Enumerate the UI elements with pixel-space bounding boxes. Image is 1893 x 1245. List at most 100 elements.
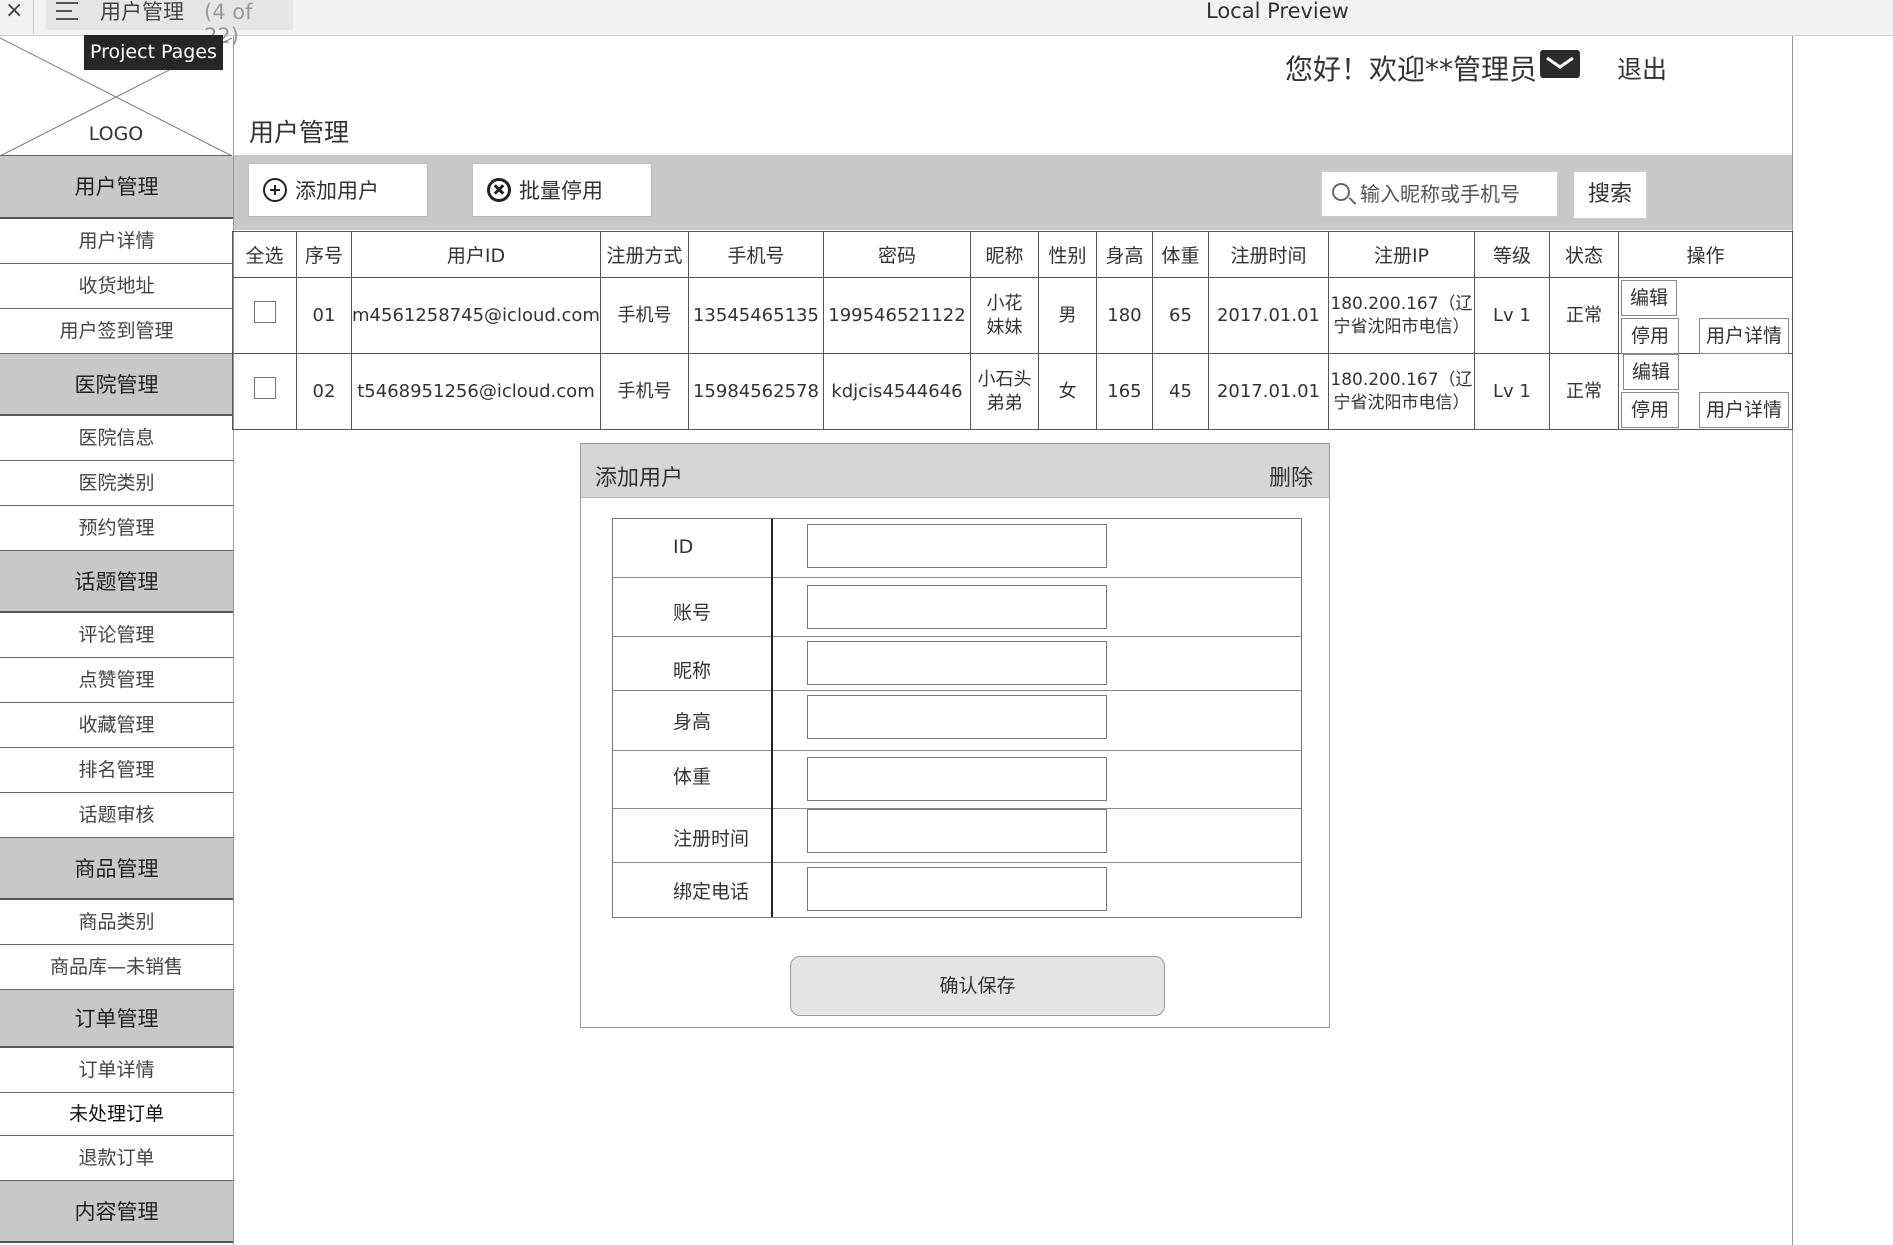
sidebar-group-orders[interactable]: 订单管理 [0, 990, 233, 1048]
edit-button[interactable]: 编辑 [1622, 354, 1679, 390]
row-nickname: 小石头弟弟 [969, 353, 1039, 430]
sidebar-item-goods-category[interactable]: 商品类别 [0, 900, 233, 945]
add-circle-icon [263, 178, 287, 202]
user-detail-button[interactable]: 用户详情 [1698, 318, 1789, 354]
search-icon [1332, 183, 1350, 201]
dialog-delete-button[interactable]: 删除 [1269, 460, 1313, 492]
mail-icon[interactable] [1540, 50, 1580, 78]
id-field[interactable] [807, 524, 1107, 568]
sidebar-item-comments[interactable]: 评论管理 [0, 613, 233, 658]
add-user-button[interactable]: 添加用户 [248, 163, 428, 217]
dialog-title: 添加用户 [595, 466, 684, 491]
sidebar: 用户管理 用户详情 收货地址 用户签到管理 医院管理 医院信息 医院类别 预约管… [0, 156, 233, 1243]
batch-disable-label: 批量停用 [519, 179, 603, 203]
sidebar-item-pending-orders[interactable]: 未处理订单 [0, 1093, 233, 1136]
account-field[interactable] [807, 585, 1107, 629]
add-user-label: 添加用户 [295, 179, 379, 203]
form-row-nickname: 昵称 [613, 637, 1301, 691]
close-circle-icon [487, 178, 511, 202]
user-detail-button[interactable]: 用户详情 [1698, 392, 1789, 428]
field-label: 身高 [673, 711, 712, 733]
sidebar-item-checkin[interactable]: 用户签到管理 [0, 309, 233, 354]
column-header: 注册方式 [599, 231, 689, 278]
column-header: 序号 [296, 231, 352, 278]
row-phone: 13545465135 [687, 277, 824, 354]
sidebar-item-goods-unsold[interactable]: 商品库—未销售 [0, 945, 233, 990]
row-user-id: t5468951256@icloud.com [351, 353, 601, 430]
row-checkbox[interactable] [253, 377, 276, 399]
field-label: 绑定电话 [673, 881, 750, 903]
batch-disable-button[interactable]: 批量停用 [472, 163, 652, 217]
column-header: 身高 [1095, 231, 1153, 278]
row-select-cell [232, 277, 297, 354]
weight-field[interactable] [807, 757, 1107, 801]
sidebar-item-hospital-category[interactable]: 医院类别 [0, 461, 233, 506]
row-weight: 45 [1151, 353, 1209, 430]
sidebar-group-user[interactable]: 用户管理 [0, 156, 233, 219]
row-reg-ip: 180.200.167（辽宁省沈阳市电信） [1327, 353, 1475, 430]
row-level: Lv 1 [1473, 277, 1550, 354]
close-icon[interactable]: × [5, 0, 23, 22]
sidebar-item-address[interactable]: 收货地址 [0, 264, 233, 309]
field-label: ID [673, 536, 694, 558]
add-user-dialog: 添加用户 删除 ID 账号 昵称 身高 体重 注册时间 绑定电话 确认保存 [580, 443, 1330, 1028]
table-header-row: 全选 序号 用户ID 注册方式 手机号 密码 昵称 性别 身高 体重 注册时间 … [232, 231, 1793, 278]
column-header: 密码 [822, 231, 971, 278]
reg-time-field[interactable] [807, 809, 1107, 853]
sidebar-item-user-detail[interactable]: 用户详情 [0, 219, 233, 264]
search-input[interactable] [1360, 178, 1550, 210]
row-index: 01 [296, 277, 352, 354]
form-row-reg-time: 注册时间 [613, 809, 1301, 863]
sidebar-item-favorites[interactable]: 收藏管理 [0, 703, 233, 748]
select-all-header[interactable]: 全选 [232, 231, 297, 278]
sidebar-item-ranking[interactable]: 排名管理 [0, 748, 233, 793]
page-title: 用户管理 [249, 118, 350, 147]
user-table: 全选 序号 用户ID 注册方式 手机号 密码 昵称 性别 身高 体重 注册时间 … [232, 231, 1793, 430]
row-user-id: m4561258745@icloud.com [351, 277, 601, 354]
row-operations: 编辑 停用 用户详情 [1617, 277, 1793, 354]
sidebar-group-topic[interactable]: 话题管理 [0, 551, 233, 613]
edit-button[interactable]: 编辑 [1620, 280, 1677, 316]
window-title: Local Preview [1206, 0, 1349, 23]
row-level: Lv 1 [1473, 353, 1550, 430]
sidebar-item-order-detail[interactable]: 订单详情 [0, 1048, 233, 1093]
row-reg-ip: 180.200.167（辽宁省沈阳市电信） [1327, 277, 1475, 354]
sidebar-group-content[interactable]: 内容管理 [0, 1181, 233, 1243]
sidebar-group-hospital[interactable]: 医院管理 [0, 354, 233, 416]
row-gender: 男 [1037, 277, 1097, 354]
row-reg-method: 手机号 [599, 353, 689, 430]
height-field[interactable] [807, 695, 1107, 739]
row-gender: 女 [1037, 353, 1097, 430]
sidebar-item-hospital-info[interactable]: 医院信息 [0, 416, 233, 461]
sidebar-item-appointment[interactable]: 预约管理 [0, 506, 233, 551]
sidebar-item-topic-review[interactable]: 话题审核 [0, 793, 233, 838]
row-password: kdjcis4544646 [822, 353, 971, 430]
field-label: 体重 [673, 766, 712, 788]
form-row-height: 身高 [613, 691, 1301, 751]
project-pages-button[interactable]: 用户管理 (4 of 22) [46, 0, 293, 48]
column-header: 等级 [1473, 231, 1550, 278]
add-user-form: ID 账号 昵称 身高 体重 注册时间 绑定电话 [612, 518, 1302, 918]
row-password: 199546521122 [822, 277, 971, 354]
save-button[interactable]: 确认保存 [790, 956, 1165, 1016]
sidebar-item-refund-orders[interactable]: 退款订单 [0, 1136, 233, 1181]
phone-field[interactable] [807, 867, 1107, 911]
row-index: 02 [296, 353, 352, 430]
search-button[interactable]: 搜索 [1573, 171, 1647, 219]
row-status: 正常 [1548, 277, 1619, 354]
sidebar-item-likes[interactable]: 点赞管理 [0, 658, 233, 703]
row-checkbox[interactable] [253, 301, 276, 323]
column-header: 体重 [1151, 231, 1209, 278]
column-header: 用户ID [351, 231, 601, 278]
divider [771, 519, 773, 917]
form-row-phone: 绑定电话 [613, 863, 1301, 918]
disable-button[interactable]: 停用 [1620, 318, 1679, 354]
row-reg-method: 手机号 [599, 277, 689, 354]
logout-link[interactable]: 退出 [1617, 50, 1667, 86]
sidebar-group-goods[interactable]: 商品管理 [0, 838, 233, 900]
row-status: 正常 [1548, 353, 1619, 430]
disable-button[interactable]: 停用 [1620, 392, 1679, 428]
menu-icon [56, 2, 78, 22]
toolbar: 添加用户 批量停用 [234, 155, 1792, 230]
nickname-field[interactable] [807, 641, 1107, 685]
